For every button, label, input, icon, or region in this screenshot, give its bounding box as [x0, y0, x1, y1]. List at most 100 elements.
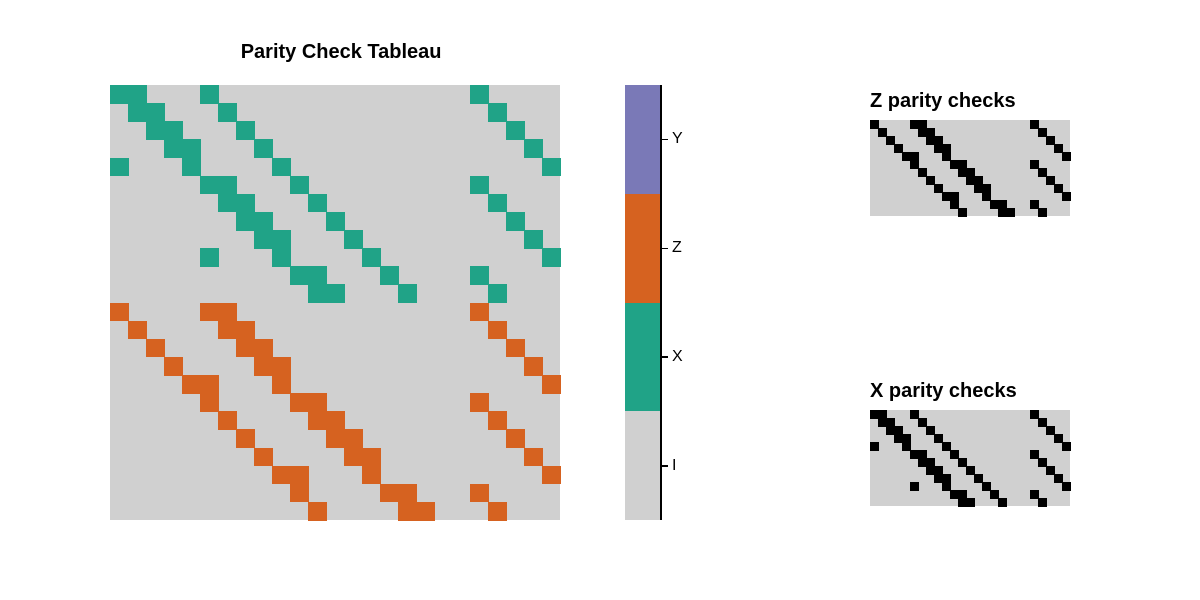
cell — [272, 357, 291, 376]
cell — [542, 375, 561, 394]
cell — [398, 484, 417, 503]
colorbar — [625, 85, 660, 520]
colorbar-segment-i — [625, 411, 660, 520]
cell — [326, 284, 345, 303]
cell — [1062, 152, 1071, 161]
cell — [236, 121, 255, 140]
cell — [470, 303, 489, 322]
cell — [542, 466, 561, 485]
cell — [236, 212, 255, 231]
cell — [470, 85, 489, 104]
cell — [254, 448, 273, 467]
cell — [362, 448, 381, 467]
cell — [1062, 442, 1071, 451]
colorbar-tick-label-z: Z — [672, 240, 682, 256]
cell — [200, 248, 219, 267]
cell — [470, 176, 489, 195]
cell — [128, 321, 147, 340]
cell — [218, 411, 237, 430]
cell — [380, 484, 399, 503]
cell — [200, 176, 219, 195]
cell — [488, 284, 507, 303]
colorbar-tick — [660, 465, 668, 467]
cell — [488, 194, 507, 213]
cell — [236, 429, 255, 448]
cell — [524, 139, 543, 158]
cell — [128, 103, 147, 122]
cell — [308, 284, 327, 303]
colorbar-segment-x — [625, 303, 660, 412]
cell — [146, 121, 165, 140]
cell — [272, 466, 291, 485]
cell — [958, 208, 967, 217]
main-title-line1: Parity Check Tableau — [241, 41, 442, 63]
cell — [218, 103, 237, 122]
cell — [308, 266, 327, 285]
cell — [308, 411, 327, 430]
cell — [326, 429, 345, 448]
cell — [254, 212, 273, 231]
cell — [200, 393, 219, 412]
cell — [164, 139, 183, 158]
cell — [524, 448, 543, 467]
x-checks-title: X parity checks — [870, 380, 1017, 403]
cell — [272, 248, 291, 267]
x-parity-check-matrix — [870, 410, 1070, 506]
cell — [218, 321, 237, 340]
cell — [308, 393, 327, 412]
cell — [362, 248, 381, 267]
cell — [236, 321, 255, 340]
cell — [488, 103, 507, 122]
cell — [236, 194, 255, 213]
cell — [164, 357, 183, 376]
cell — [326, 212, 345, 231]
cell — [470, 393, 489, 412]
parity-check-tableau-heatmap — [110, 85, 560, 520]
cell — [128, 85, 147, 104]
cell — [182, 139, 201, 158]
colorbar-tick-label-y: Y — [672, 131, 683, 147]
cell — [506, 339, 525, 358]
cell — [362, 466, 381, 485]
cell — [488, 321, 507, 340]
cell — [524, 230, 543, 249]
z-parity-check-matrix — [870, 120, 1070, 216]
cell — [506, 121, 525, 140]
cell — [290, 393, 309, 412]
cell — [290, 266, 309, 285]
cell — [344, 230, 363, 249]
cell — [146, 339, 165, 358]
cell — [326, 411, 345, 430]
cell — [344, 448, 363, 467]
cell — [146, 103, 165, 122]
cell — [290, 466, 309, 485]
cell — [290, 484, 309, 503]
colorbar-segment-z — [625, 194, 660, 303]
cell — [1006, 208, 1015, 217]
cell — [506, 212, 525, 231]
cell — [218, 176, 237, 195]
cell — [290, 176, 309, 195]
cell — [998, 498, 1007, 507]
cell — [182, 375, 201, 394]
cell — [910, 482, 919, 491]
cell — [200, 375, 219, 394]
cell — [272, 375, 291, 394]
colorbar-axis-line — [660, 85, 662, 520]
cell — [308, 194, 327, 213]
cell — [470, 484, 489, 503]
cell — [542, 158, 561, 177]
cell — [272, 158, 291, 177]
cell — [524, 357, 543, 376]
colorbar-tick — [660, 356, 668, 358]
cell — [488, 502, 507, 521]
cell — [506, 429, 525, 448]
cell — [966, 498, 975, 507]
cell — [416, 502, 435, 521]
colorbar-segment-y — [625, 85, 660, 194]
cell — [236, 339, 255, 358]
cell — [164, 121, 183, 140]
colorbar-tick — [660, 248, 668, 250]
cell — [380, 266, 399, 285]
cell — [398, 502, 417, 521]
